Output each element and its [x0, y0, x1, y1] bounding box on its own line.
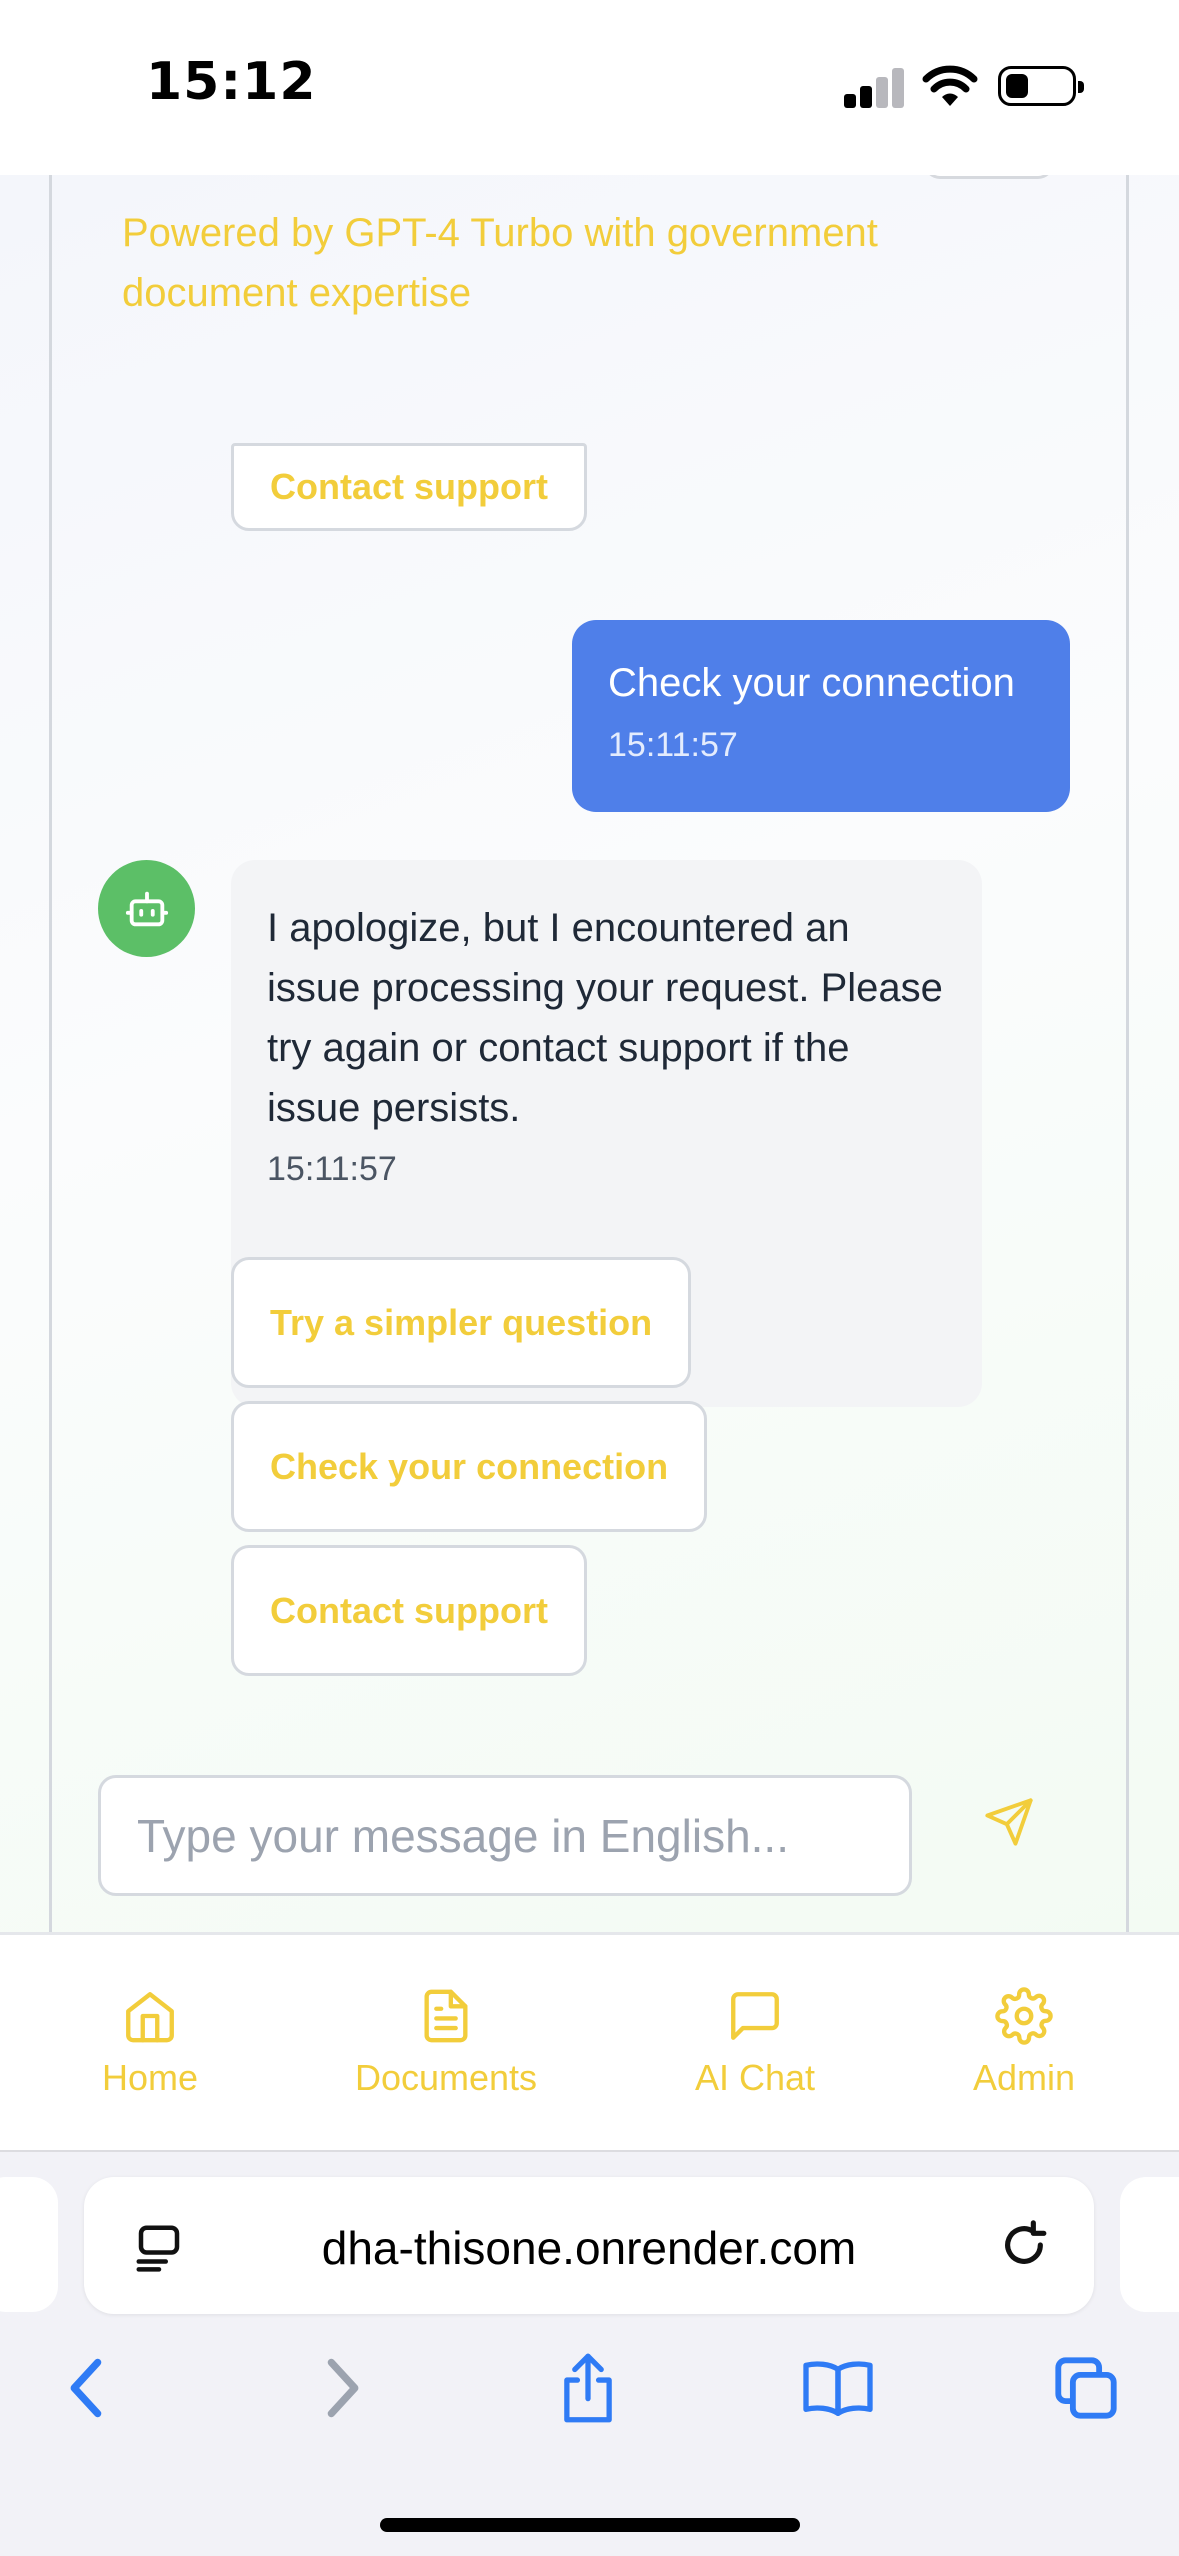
send-button[interactable]	[974, 1787, 1044, 1857]
status-time: 15:12	[146, 52, 317, 112]
chat-bubble-icon	[731, 1991, 779, 2040]
bot-avatar	[98, 860, 195, 957]
battery-icon	[998, 66, 1084, 106]
bot-message-time: 15:11:57	[267, 1150, 397, 1188]
tabs-button[interactable]	[1046, 2348, 1126, 2428]
forward-button[interactable]	[302, 2348, 382, 2428]
next-tab-peek[interactable]	[1120, 2177, 1179, 2312]
share-icon	[564, 2353, 612, 2423]
status-bar: 15:12	[0, 0, 1179, 175]
home-indicator	[380, 2518, 800, 2532]
user-message-time: 15:11:57	[608, 726, 738, 764]
previous-tab-peek[interactable]	[0, 2177, 58, 2312]
book-icon	[803, 2361, 873, 2416]
send-icon	[985, 1798, 1033, 1846]
nav-home[interactable]: Home	[80, 1935, 220, 2150]
suggestion-chip-simpler-question[interactable]: Try a simpler question	[231, 1257, 692, 1388]
user-message-bubble: Check your connection 15:11:57	[572, 620, 1070, 812]
robot-icon	[125, 891, 168, 926]
chat-tagline: Powered by GPT-4 Turbo with government d…	[122, 211, 878, 315]
bookmarks-button[interactable]	[798, 2348, 878, 2428]
suggestion-chip-contact-support-previous[interactable]: Contact support	[231, 443, 587, 531]
address-bar[interactable]: dha-thisone.onrender.com	[84, 2177, 1094, 2314]
message-input-box[interactable]	[98, 1775, 912, 1896]
chevron-right-icon	[327, 2358, 359, 2418]
nav-ai-chat[interactable]: AI Chat	[680, 1935, 830, 2150]
gear-icon	[995, 1986, 1053, 2045]
document-icon	[424, 1989, 468, 2042]
home-icon	[126, 1991, 174, 2042]
wifi-icon	[922, 65, 978, 106]
chevron-left-icon	[70, 2358, 102, 2418]
nav-admin[interactable]: Admin	[960, 1935, 1088, 2150]
clipped-header-button[interactable]	[924, 175, 1054, 179]
bot-message-text: I apologize, but I encountered an issue …	[267, 906, 943, 1130]
nav-documents[interactable]: Documents	[340, 1935, 552, 2150]
message-input[interactable]	[137, 1808, 873, 1863]
chat-panel: Powered by GPT-4 Turbo with government d…	[0, 175, 1179, 1932]
user-message-text: Check your connection	[608, 661, 1015, 705]
url-text: dha-thisone.onrender.com	[321, 2222, 857, 2274]
tabs-icon	[1055, 2357, 1117, 2419]
cellular-signal-icon	[844, 66, 906, 108]
back-button[interactable]	[47, 2348, 127, 2428]
browser-chrome: dha-thisone.onrender.com	[0, 2150, 1179, 2556]
suggestion-chip-check-connection[interactable]: Check your connection	[231, 1401, 708, 1532]
share-button[interactable]	[548, 2348, 628, 2428]
bottom-navigation: Home Documents AI Chat Admin	[0, 1932, 1179, 2150]
suggestion-chip-contact-support[interactable]: Contact support	[231, 1545, 587, 1676]
reload-icon[interactable]	[996, 2217, 1052, 2273]
